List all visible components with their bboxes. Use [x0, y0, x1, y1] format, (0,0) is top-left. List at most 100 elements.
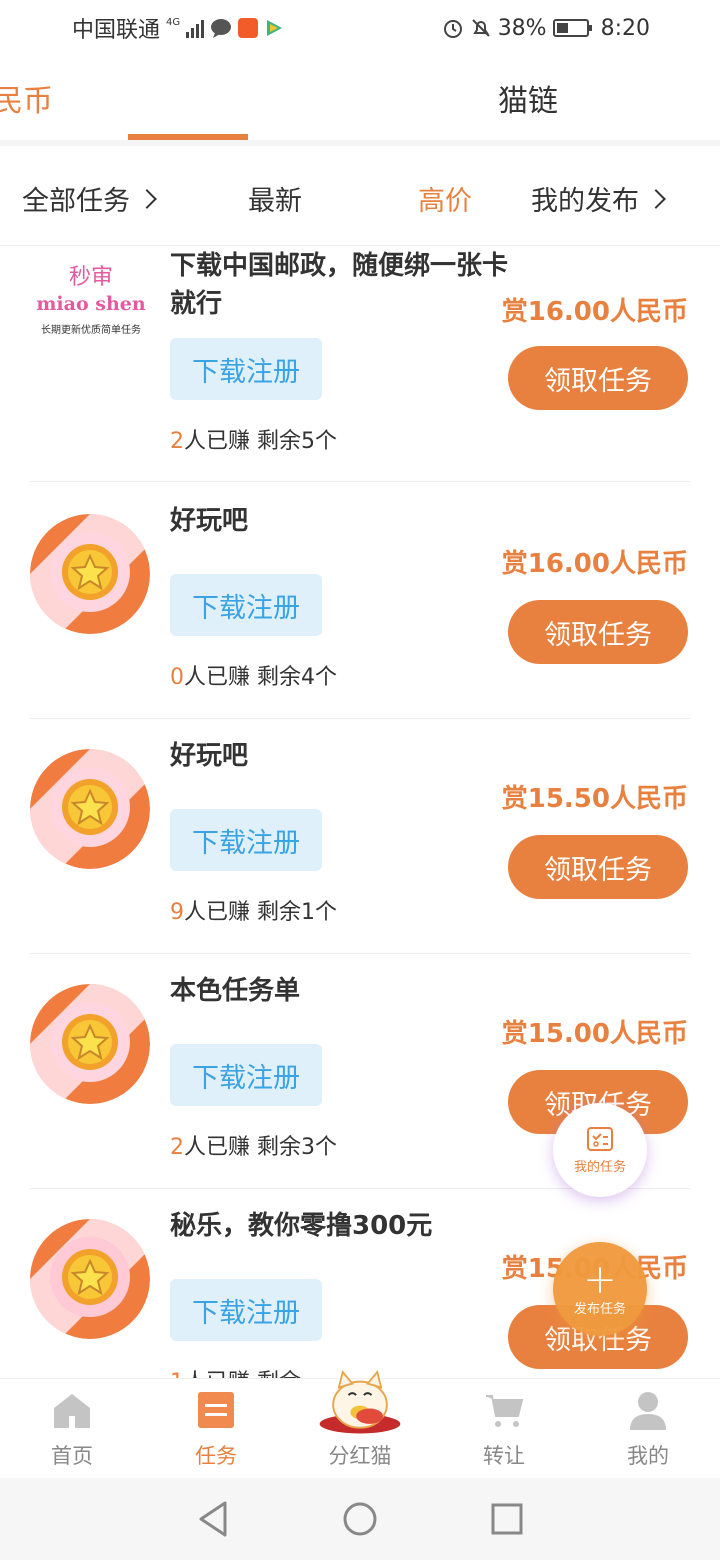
battery-icon [552, 19, 592, 37]
task-type-tag: 下载注册 [170, 1044, 322, 1106]
video-app-icon [238, 18, 259, 38]
task-type-tag: 下载注册 [170, 574, 322, 636]
nav-tasks[interactable]: 任务 [144, 1379, 288, 1478]
task-type-tag: 下载注册 [170, 809, 322, 871]
plus-icon: + [583, 1256, 617, 1303]
stats-text: 人已赚 剩余5个 [184, 429, 337, 454]
nav-mine-label: 我的 [627, 1444, 669, 1468]
filter-my-posts-label: 我的发布 [531, 186, 639, 217]
task-icon [198, 1392, 234, 1428]
home-icon [54, 1394, 90, 1428]
task-type-tag: 下载注册 [170, 338, 322, 400]
stats-text: 人已赚 剩余3个 [184, 1135, 337, 1160]
carrier-label: 中国联通 [72, 18, 161, 43]
logo-sub-text: 长期更新优质简单任务 [41, 325, 141, 336]
task-reward: 赏15.50人民币 [501, 784, 688, 814]
logo-cn-text: 秒审 [68, 265, 113, 290]
stats-text: 人已赚 剩余4个 [184, 665, 337, 690]
task-type-tag: 下载注册 [170, 1279, 322, 1341]
filter-all-tasks[interactable]: 全部任务 [22, 179, 157, 218]
claim-task-button[interactable]: 领取任务 [508, 346, 688, 410]
task-reward: 赏15.00人民币 [501, 1019, 688, 1049]
task-title: 本色任务单 [170, 976, 301, 1006]
signal-icon [186, 18, 205, 38]
task-stats: 0人已赚 剩余4个 [170, 659, 337, 691]
earned-count: 2 [170, 429, 184, 454]
nav-tasks-label: 任务 [195, 1444, 237, 1468]
home-circle-icon[interactable] [342, 1501, 378, 1537]
task-item[interactable]: 好玩吧 下载注册 0人已赚 剩余4个 赏16.00人民币 领取任务 [0, 484, 720, 719]
task-app-icon [30, 984, 150, 1104]
task-item[interactable]: 秒审 miao shen 长期更新优质简单任务 下载中国邮政，随便绑一张卡就行 … [0, 247, 720, 482]
my-tasks-fab[interactable]: 我的任务 [553, 1103, 647, 1197]
clock: 8:20 [600, 15, 650, 41]
my-tasks-label: 我的任务 [573, 1159, 626, 1175]
task-stats: 1人已赚 剩余 [170, 1364, 301, 1378]
mute-bell-icon [471, 19, 490, 37]
system-nav [0, 1478, 720, 1560]
earned-count: 0 [170, 665, 184, 690]
cart-icon [486, 1395, 524, 1427]
nav-home-label: 首页 [51, 1444, 93, 1468]
task-app-icon [30, 749, 150, 869]
task-title: 秘乐，教你零撸300元 [170, 1211, 433, 1241]
nav-transfer[interactable]: 转让 [432, 1379, 576, 1478]
logo-en-text: miao shen [36, 293, 146, 315]
filter-high-price-label: 高价 [418, 186, 472, 217]
recents-icon[interactable] [489, 1501, 525, 1537]
task-reward: 赏16.00人民币 [501, 297, 688, 327]
miaoshen-logo: 秒审 miao shen 长期更新优质简单任务 [30, 259, 152, 336]
chevron-right-icon [646, 188, 666, 209]
currency-tabs: 人民币 猫链 [0, 56, 720, 146]
network-label: 4G [166, 17, 181, 28]
stats-text: 人已赚 剩余1个 [184, 900, 337, 925]
task-title: 好玩吧 [170, 506, 249, 536]
task-list-icon [587, 1126, 613, 1151]
filter-high-price[interactable]: 高价 [418, 179, 472, 218]
filter-my-posts[interactable]: 我的发布 [531, 179, 666, 218]
alarm-icon [443, 20, 462, 38]
publish-task-label: 发布任务 [573, 1301, 626, 1317]
back-icon[interactable] [195, 1499, 231, 1539]
task-reward: 赏16.00人民币 [501, 549, 688, 579]
task-title: 好玩吧 [170, 741, 249, 771]
earned-count: 2 [170, 1135, 184, 1160]
claim-task-button[interactable]: 领取任务 [508, 835, 688, 899]
task-list: 秒审 miao shen 长期更新优质简单任务 下载中国邮政，随便绑一张卡就行 … [0, 247, 720, 1378]
status-right: 38% 8:20 [442, 16, 650, 41]
screen: 中国联通 4G 38% 8:20 人民币 猫链 全部任务 最新 高价 [0, 0, 720, 1560]
tab-maolian-label: 猫链 [498, 84, 558, 119]
filter-all-tasks-label: 全部任务 [22, 186, 130, 217]
task-app-icon [30, 1219, 150, 1339]
task-title: 下载中国邮政，随便绑一张卡就行 [170, 251, 509, 319]
task-stats: 9人已赚 剩余1个 [170, 894, 337, 926]
divider [30, 481, 690, 482]
nav-transfer-label: 转让 [483, 1444, 525, 1468]
claim-task-button[interactable]: 领取任务 [508, 600, 688, 664]
filter-bar: 全部任务 最新 高价 我的发布 [0, 152, 720, 246]
nav-mine[interactable]: 我的 [576, 1379, 720, 1478]
filter-newest-label: 最新 [248, 186, 302, 217]
user-icon [630, 1392, 666, 1430]
task-app-icon [30, 514, 150, 634]
status-left: 中国联通 4G [72, 12, 284, 44]
stats-text: 人已赚 剩余 [184, 1370, 301, 1378]
task-stats: 2人已赚 剩余5个 [170, 423, 337, 455]
publish-task-fab[interactable]: + 发布任务 [553, 1242, 647, 1336]
battery-percent: 38% [497, 15, 547, 41]
lucky-cat-icon [319, 1369, 401, 1434]
nav-home[interactable]: 首页 [0, 1379, 144, 1478]
bottom-nav: 首页 任务 分红猫 转让 我的 [0, 1369, 720, 1478]
status-bar: 中国联通 4G 38% 8:20 [0, 0, 720, 56]
task-stats: 2人已赚 剩余3个 [170, 1129, 337, 1161]
nav-lucky-cat[interactable]: 分红猫 [288, 1369, 432, 1478]
task-item[interactable]: 好玩吧 下载注册 9人已赚 剩余1个 赏15.50人民币 领取任务 [0, 719, 720, 954]
tab-rmb-label: 人民币 [0, 84, 53, 119]
chevron-right-icon [137, 188, 157, 209]
tab-maolian[interactable]: 猫链 [360, 56, 720, 140]
filter-newest[interactable]: 最新 [248, 179, 302, 218]
earned-count: 1 [170, 1370, 184, 1378]
tab-rmb[interactable]: 人民币 [0, 56, 360, 140]
earned-count: 9 [170, 900, 184, 925]
play-app-icon [267, 20, 283, 36]
